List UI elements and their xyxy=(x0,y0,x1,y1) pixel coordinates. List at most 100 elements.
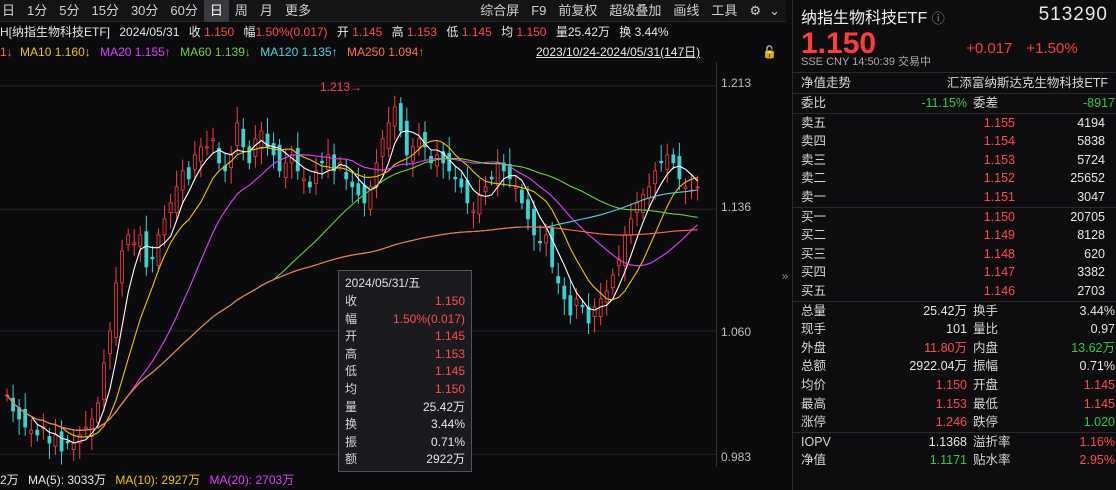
period-30min[interactable]: 30分 xyxy=(125,0,164,22)
period-month[interactable]: 月 xyxy=(254,0,279,22)
bid-level-row[interactable]: 买三 1.148 620 xyxy=(793,245,1116,264)
adjust-button[interactable]: 前复权 xyxy=(552,0,603,22)
candle-body[interactable] xyxy=(211,138,215,141)
period-60min[interactable]: 60分 xyxy=(164,0,203,22)
candle-body[interactable] xyxy=(253,138,258,157)
candle-body[interactable] xyxy=(380,138,385,157)
candle-body[interactable] xyxy=(247,146,252,164)
candle-body[interactable] xyxy=(447,152,452,172)
period-week[interactable]: 周 xyxy=(229,0,254,22)
bid-level-row[interactable]: 买四 1.147 3382 xyxy=(793,263,1116,282)
period-5min[interactable]: 5分 xyxy=(53,0,85,22)
f9-button[interactable]: F9 xyxy=(525,0,552,22)
candle-body[interactable] xyxy=(477,194,482,215)
candle-body[interactable] xyxy=(174,186,179,213)
candle-body[interactable] xyxy=(374,162,379,188)
candle-body[interactable] xyxy=(65,440,70,444)
overlay-button[interactable]: 超级叠加 xyxy=(603,0,667,22)
candle-body[interactable] xyxy=(465,180,470,204)
bid-level-row[interactable]: 买二 1.149 8128 xyxy=(793,226,1116,245)
draw-line-button[interactable]: 画线 xyxy=(667,0,705,22)
gear-icon[interactable]: ⚙ xyxy=(743,0,767,22)
candle-body[interactable] xyxy=(108,330,112,354)
ask-level-row[interactable]: 卖三 1.153 5724 xyxy=(793,151,1116,170)
candle-body[interactable] xyxy=(695,186,700,189)
info-icon[interactable]: ⓘ xyxy=(932,11,945,26)
candle-body[interactable] xyxy=(483,186,488,193)
candle-body[interactable] xyxy=(95,402,100,423)
candle-body[interactable] xyxy=(320,160,324,164)
candle-body[interactable] xyxy=(629,218,633,236)
candle-body[interactable] xyxy=(186,167,191,180)
candle-body[interactable] xyxy=(671,154,676,164)
candle-body[interactable] xyxy=(205,146,209,149)
candle-body[interactable] xyxy=(53,434,58,447)
candle-body[interactable] xyxy=(683,186,688,189)
candle-body[interactable] xyxy=(83,426,88,429)
bid-level-row[interactable]: 买一 1.150 20705 xyxy=(793,208,1116,227)
ask-level-row[interactable]: 卖一 1.151 3047 xyxy=(793,188,1116,207)
candle-body[interactable] xyxy=(350,181,355,188)
candle-body[interactable] xyxy=(610,274,615,289)
candle-body[interactable] xyxy=(102,362,106,401)
candle-body[interactable] xyxy=(150,256,155,260)
candle-body[interactable] xyxy=(156,234,161,266)
candle-body[interactable] xyxy=(126,234,131,245)
candle-body[interactable] xyxy=(35,429,40,436)
candle-body[interactable] xyxy=(386,122,391,149)
period-day-partial[interactable]: 日 xyxy=(0,0,21,22)
candle-body[interactable] xyxy=(192,154,197,170)
chevron-down-icon[interactable]: ⌄ xyxy=(767,0,782,22)
candle-body[interactable] xyxy=(295,148,300,172)
candle-body[interactable] xyxy=(235,122,240,146)
candle-body[interactable] xyxy=(489,176,494,180)
candle-body[interactable] xyxy=(138,234,143,247)
period-more[interactable]: 更多 xyxy=(279,0,317,22)
candle-body[interactable] xyxy=(132,242,137,245)
candle-body[interactable] xyxy=(259,130,264,149)
tools-button[interactable]: 工具 xyxy=(705,0,743,22)
candle-body[interactable] xyxy=(665,154,670,170)
candle-body[interactable] xyxy=(520,189,524,204)
composite-screen-button[interactable]: 综合屏 xyxy=(474,0,525,22)
nav-trend-row[interactable]: 净值走势 汇添富纳斯达克生物科技ETF xyxy=(793,73,1116,93)
candle-body[interactable] xyxy=(417,138,421,148)
lock-icon[interactable]: 🔓 xyxy=(762,42,777,62)
candle-body[interactable] xyxy=(653,170,658,185)
candle-body[interactable] xyxy=(120,250,125,284)
ask-level-row[interactable]: 卖二 1.152 25652 xyxy=(793,169,1116,188)
candle-body[interactable] xyxy=(622,234,627,266)
ask-level-row[interactable]: 卖四 1.154 5838 xyxy=(793,132,1116,151)
candle-body[interactable] xyxy=(144,231,149,268)
candle-body[interactable] xyxy=(301,178,306,181)
candle-body[interactable] xyxy=(435,154,440,167)
candle-body[interactable] xyxy=(574,298,579,306)
candle-body[interactable] xyxy=(526,199,530,220)
period-day[interactable]: 日 xyxy=(203,0,229,22)
candle-body[interactable] xyxy=(398,103,403,132)
candle-body[interactable] xyxy=(550,228,555,268)
candle-body[interactable] xyxy=(453,176,458,180)
candle-body[interactable] xyxy=(344,172,349,180)
collapse-panel-icon[interactable]: » xyxy=(778,62,792,490)
candle-body[interactable] xyxy=(592,306,597,317)
candle-body[interactable] xyxy=(532,208,536,236)
period-1min[interactable]: 1分 xyxy=(21,0,53,22)
candle-body[interactable] xyxy=(283,162,288,178)
date-range-selector[interactable]: 2023/10/24-2024/05/31(147日) xyxy=(536,42,700,62)
candle-body[interactable] xyxy=(556,276,561,284)
candle-body[interactable] xyxy=(562,285,567,300)
candle-body[interactable] xyxy=(114,282,118,338)
candle-body[interactable] xyxy=(162,218,167,236)
candle-body[interactable] xyxy=(356,183,361,196)
candle-body[interactable] xyxy=(659,160,664,164)
bid-level-row[interactable]: 买五 1.146 2703 xyxy=(793,282,1116,301)
candle-body[interactable] xyxy=(580,304,585,308)
candle-body[interactable] xyxy=(59,431,64,452)
candle-body[interactable] xyxy=(71,442,76,450)
candle-body[interactable] xyxy=(544,234,549,244)
candle-body[interactable] xyxy=(635,202,639,213)
candle-body[interactable] xyxy=(307,181,312,188)
candle-body[interactable] xyxy=(513,186,518,189)
candle-body[interactable] xyxy=(29,429,34,434)
